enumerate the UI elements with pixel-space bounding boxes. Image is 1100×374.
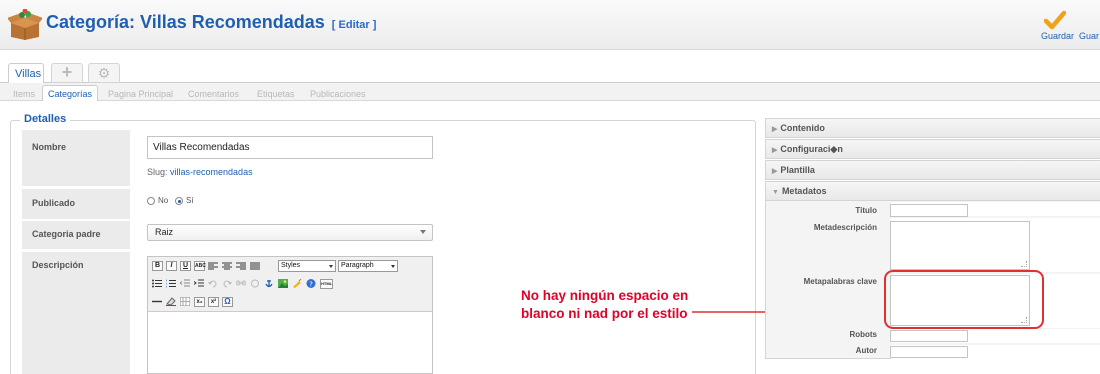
parent-category-select[interactable]: Raiz — [147, 224, 433, 241]
align-left-icon[interactable] — [208, 262, 218, 271]
resize-handle[interactable] — [1021, 261, 1027, 267]
slug-label: Slug: — [147, 167, 168, 177]
checkmark-icon[interactable] — [1044, 10, 1066, 30]
label-cell — [22, 130, 130, 186]
chevron-down-icon — [329, 265, 333, 268]
accordion-label: Plantilla — [780, 165, 815, 175]
unlink-icon[interactable] — [250, 279, 260, 288]
annotation-highlight-box — [884, 270, 1044, 329]
save-and-close-button[interactable]: Guar — [1079, 31, 1099, 41]
undo-icon[interactable] — [208, 279, 218, 288]
annotation-line-1: No hay ningún espacio en — [521, 288, 689, 303]
italic-button[interactable]: I — [166, 261, 177, 271]
chevron-right-icon: ▶ — [772, 147, 778, 154]
anchor-icon[interactable] — [264, 279, 274, 288]
published-no-label: No — [158, 196, 169, 205]
meta-robots-label: Robots — [849, 330, 877, 339]
admin-page: Categoría: Villas Recomendadas [ Editar … — [0, 0, 1100, 374]
superscript-button[interactable]: x² — [208, 297, 219, 307]
save-button[interactable]: Guardar — [1041, 31, 1074, 41]
subtab-etiquetas[interactable]: Etiquetas — [257, 89, 295, 99]
subtab-categorias[interactable]: Categorías — [42, 85, 99, 101]
paragraph-select-value: Paragraph — [341, 262, 374, 269]
gear-icon[interactable]: ⚙ — [88, 63, 120, 83]
chevron-down-icon: ▼ — [772, 189, 779, 196]
underline-button[interactable]: U — [180, 261, 191, 271]
parent-category-label: Categoria padre — [32, 229, 101, 239]
meta-author-label: Autor — [855, 346, 877, 355]
annotation-line-2: blanco ni nad por el estilo — [521, 306, 688, 321]
published-label: Publicado — [32, 198, 76, 208]
published-no-radio[interactable] — [147, 197, 155, 205]
visual-aid-icon[interactable] — [180, 297, 190, 306]
category-box-icon — [8, 9, 42, 40]
indent-icon[interactable] — [194, 279, 204, 288]
meta-title-label: Titulo — [855, 206, 877, 215]
link-icon[interactable] — [236, 279, 246, 288]
meta-title-input[interactable] — [890, 204, 968, 217]
chevron-right-icon: ▶ — [772, 126, 778, 133]
slug-value: villas-recomendadas — [170, 167, 253, 177]
accordion-configuracion[interactable]: ▶ Configuraci◆n — [765, 139, 1100, 159]
cleanup-icon[interactable] — [292, 279, 302, 288]
details-legend: Detalles — [20, 113, 71, 125]
accordion-label: Contenido — [780, 123, 825, 133]
page-title: Categoría: Villas Recomendadas [ Editar … — [46, 12, 376, 33]
html-button[interactable]: HTML — [320, 279, 333, 289]
align-justify-icon[interactable] — [250, 262, 260, 271]
add-tab-button[interactable]: + — [51, 63, 83, 83]
accordion-contenido[interactable]: ▶ Contenido — [765, 118, 1100, 138]
name-label: Nombre — [32, 142, 67, 152]
image-icon[interactable] — [278, 279, 288, 288]
subtab-items[interactable]: Items — [13, 89, 35, 99]
page-title-text: Categoría: Villas Recomendadas — [46, 12, 325, 32]
meta-keywords-label: Metapalabras clave — [803, 277, 877, 286]
slug-line: Slug: villas-recomendadas — [147, 167, 253, 177]
eraser-icon[interactable] — [166, 297, 176, 306]
strikethrough-button[interactable]: ABC — [194, 261, 206, 271]
name-input[interactable]: Villas Recomendadas — [147, 136, 433, 159]
bullet-list-icon[interactable] — [152, 279, 162, 288]
special-character-button[interactable]: Ω — [222, 297, 233, 307]
subtab-comentarios[interactable]: Comentarios — [188, 89, 239, 99]
align-right-icon[interactable] — [236, 262, 246, 271]
subtab-pagina-principal[interactable]: Pagina Principal — [108, 89, 173, 99]
chevron-down-icon — [391, 265, 395, 268]
subscript-button[interactable]: x₂ — [194, 297, 205, 307]
meta-author-input[interactable] — [890, 346, 968, 358]
meta-description-label: Metadescripción — [813, 223, 877, 232]
bold-button[interactable]: B — [152, 261, 163, 271]
published-yes-label: Sí — [186, 196, 194, 205]
accordion-plantilla[interactable]: ▶ Plantilla — [765, 160, 1100, 180]
horizontal-rule-icon[interactable] — [152, 297, 162, 306]
chevron-right-icon: ▶ — [772, 168, 778, 175]
meta-robots-input[interactable] — [890, 330, 968, 342]
parent-category-value: Raiz — [155, 227, 174, 237]
outdent-icon[interactable] — [180, 279, 190, 288]
svg-text:?: ? — [309, 281, 313, 289]
subtab-publicaciones[interactable]: Publicaciones — [310, 89, 366, 99]
accordion-metadatos[interactable]: ▼ Metadatos — [765, 181, 1100, 201]
redo-icon[interactable] — [222, 279, 232, 288]
published-yes-radio[interactable] — [175, 197, 183, 205]
paragraph-select[interactable]: Paragraph — [338, 260, 398, 272]
tab-villas[interactable]: Villas — [8, 63, 44, 83]
align-center-icon[interactable] — [222, 262, 232, 271]
label-cell — [22, 252, 130, 374]
styles-select[interactable]: Styles — [278, 260, 336, 272]
edit-link[interactable]: [ Editar ] — [332, 19, 377, 31]
meta-description-textarea[interactable] — [890, 221, 1030, 270]
styles-select-value: Styles — [281, 262, 301, 269]
numbered-list-icon[interactable] — [166, 279, 176, 288]
accordion-label: Configuraci◆n — [780, 144, 843, 154]
chevron-down-icon — [420, 230, 426, 234]
description-label: Descripción — [32, 260, 84, 270]
accordion-label: Metadatos — [781, 186, 827, 196]
help-icon[interactable]: ? — [306, 279, 316, 288]
